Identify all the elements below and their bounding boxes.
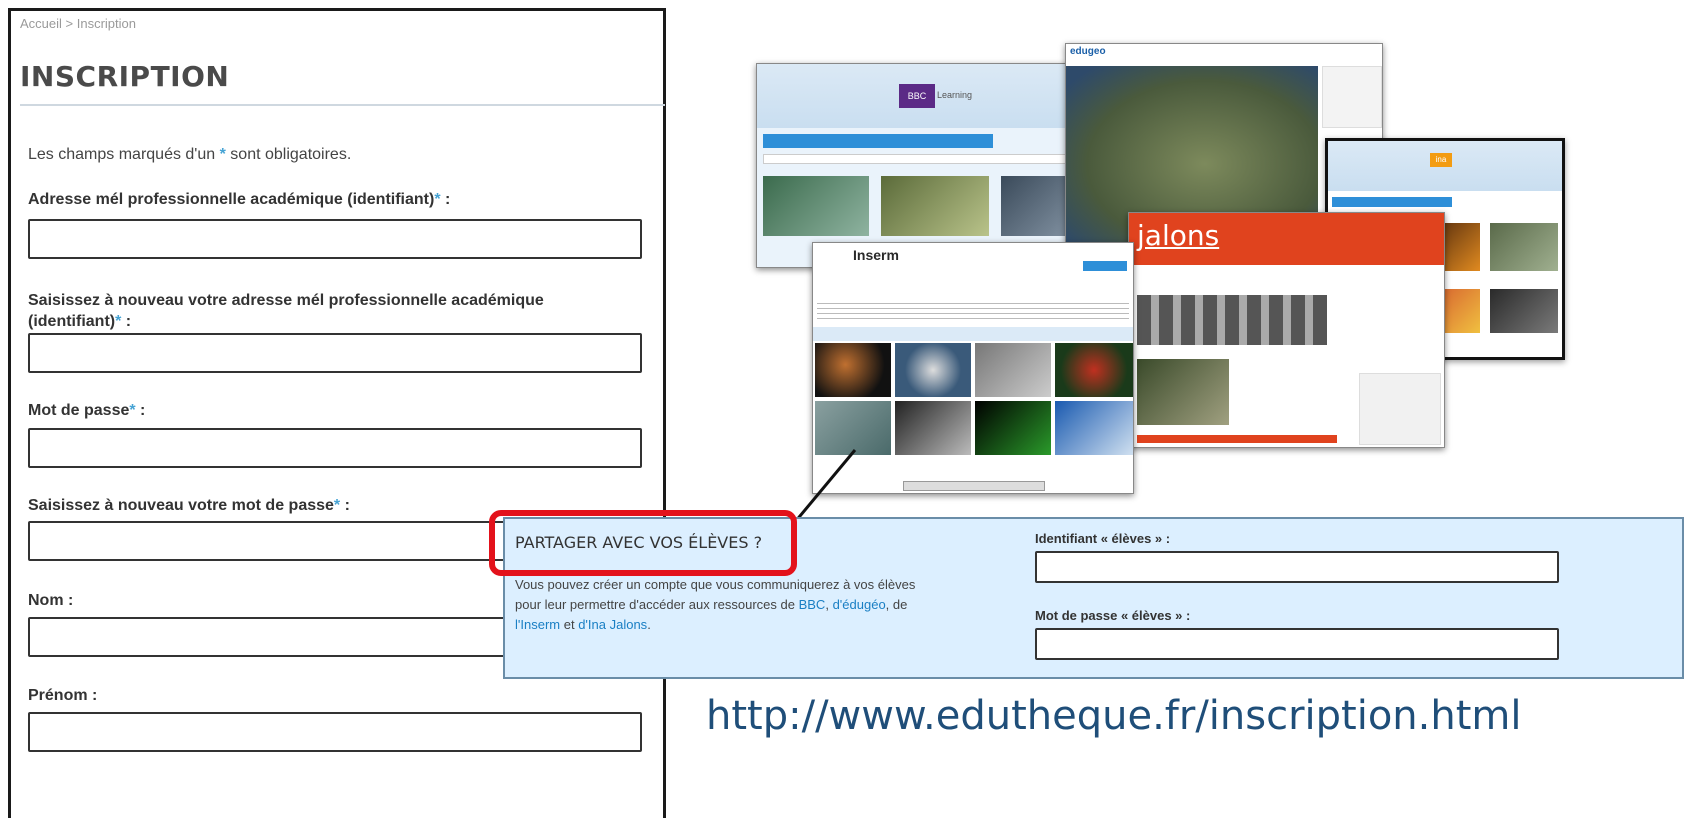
label-colon: : — [440, 191, 451, 208]
jalons-gallery — [1137, 295, 1327, 345]
bbc-thumb-2 — [881, 176, 989, 236]
edugeo-logo: edugeo — [1070, 46, 1106, 57]
inserm-thumb-3 — [975, 343, 1051, 397]
inserm-button — [1083, 261, 1127, 271]
label-colon: : — [340, 497, 350, 514]
title-divider — [20, 104, 665, 106]
edugeo-side-panel — [1322, 66, 1382, 128]
bbc-tab-bar — [763, 134, 993, 148]
page-title: INSCRIPTION — [20, 60, 230, 93]
password-confirm-label-text: Saisissez à nouveau votre mot de passe — [28, 497, 334, 514]
password-field[interactable] — [28, 428, 642, 468]
inserm-thumb-2 — [895, 343, 971, 397]
share-description-line1: Vous pouvez créer un compte que vous com… — [515, 577, 916, 592]
share-description-text: pour leur permettre d'accéder aux ressou… — [515, 597, 795, 612]
required-note-text-end: sont obligatoires. — [230, 146, 352, 163]
prenom-field[interactable] — [28, 712, 642, 752]
share-sep: , de — [885, 597, 908, 612]
jalons-side-box — [1359, 373, 1441, 445]
ina-jalons-link[interactable]: d'Ina Jalons — [578, 617, 647, 632]
label-colon: : — [121, 313, 132, 330]
bbc-filter-bar — [763, 154, 1085, 164]
email-confirm-label-line2: (identifiant) — [28, 313, 116, 330]
jalons-footer-bar — [1137, 435, 1337, 443]
jalons-screenshot: jalons — [1128, 212, 1445, 448]
inserm-thumb-8 — [1055, 401, 1133, 455]
inserm-thumb-4 — [1055, 343, 1133, 397]
inscription-url[interactable]: http://www.edutheque.fr/inscription.html — [706, 693, 1522, 739]
inserm-thumb-6 — [895, 401, 971, 455]
bbc-logo-tab: Learning — [937, 90, 973, 100]
share-description: Vous pouvez créer un compte que vous com… — [515, 575, 995, 635]
ina-thumb-3 — [1490, 223, 1558, 271]
email-confirm-field[interactable] — [28, 333, 642, 373]
prenom-label: Prénom : — [28, 687, 98, 704]
student-id-field[interactable] — [1035, 551, 1559, 583]
student-password-label: Mot de passe « élèves » : — [1035, 608, 1191, 623]
inserm-thumb-7 — [975, 401, 1051, 455]
password-confirm-label: Saisissez à nouveau votre mot de passe* … — [28, 497, 350, 515]
inserm-search-bar — [903, 481, 1045, 491]
student-id-label: Identifiant « élèves » : — [1035, 531, 1171, 546]
ina-tab-bar — [1332, 197, 1452, 207]
email-field[interactable] — [28, 219, 642, 259]
edugeo-link[interactable]: d'édugéo — [833, 597, 886, 612]
inserm-section-bar — [813, 327, 1133, 341]
email-confirm-label-line1: Saisissez à nouveau votre adresse mél pr… — [28, 292, 544, 309]
inserm-link[interactable]: l'Inserm — [515, 617, 560, 632]
required-star: * — [219, 146, 226, 163]
student-password-field[interactable] — [1035, 628, 1559, 660]
bbc-link[interactable]: BBC — [799, 597, 826, 612]
password-label: Mot de passe* : — [28, 402, 145, 420]
bbc-screenshot: BBC Learning — [756, 63, 1090, 268]
email-confirm-label: Saisissez à nouveau votre adresse mél pr… — [28, 290, 544, 332]
label-colon: : — [135, 402, 146, 419]
jalons-thumb — [1137, 359, 1229, 425]
inserm-logo: Inserm — [853, 247, 899, 263]
inserm-thumb-1 — [815, 343, 891, 397]
share-title-highlight — [489, 510, 797, 576]
required-fields-note: Les champs marqués d'un * sont obligatoi… — [28, 146, 351, 164]
bbc-logo: BBC — [899, 84, 935, 108]
jalons-logo: jalons — [1137, 219, 1220, 252]
inserm-intro-text — [817, 303, 1129, 323]
breadcrumb[interactable]: Accueil > Inscription — [20, 16, 136, 31]
email-label-text: Adresse mél professionnelle académique (… — [28, 191, 435, 208]
share-and: et — [563, 617, 575, 632]
ina-logo: ina — [1430, 153, 1452, 167]
ina-thumb-6 — [1490, 289, 1558, 333]
share-period: . — [647, 617, 651, 632]
bbc-thumb-1 — [763, 176, 869, 236]
share-sep: , — [825, 597, 829, 612]
nom-label: Nom : — [28, 592, 74, 609]
required-note-text: Les champs marqués d'un — [28, 146, 216, 163]
email-label: Adresse mél professionnelle académique (… — [28, 191, 450, 209]
password-label-text: Mot de passe — [28, 402, 130, 419]
